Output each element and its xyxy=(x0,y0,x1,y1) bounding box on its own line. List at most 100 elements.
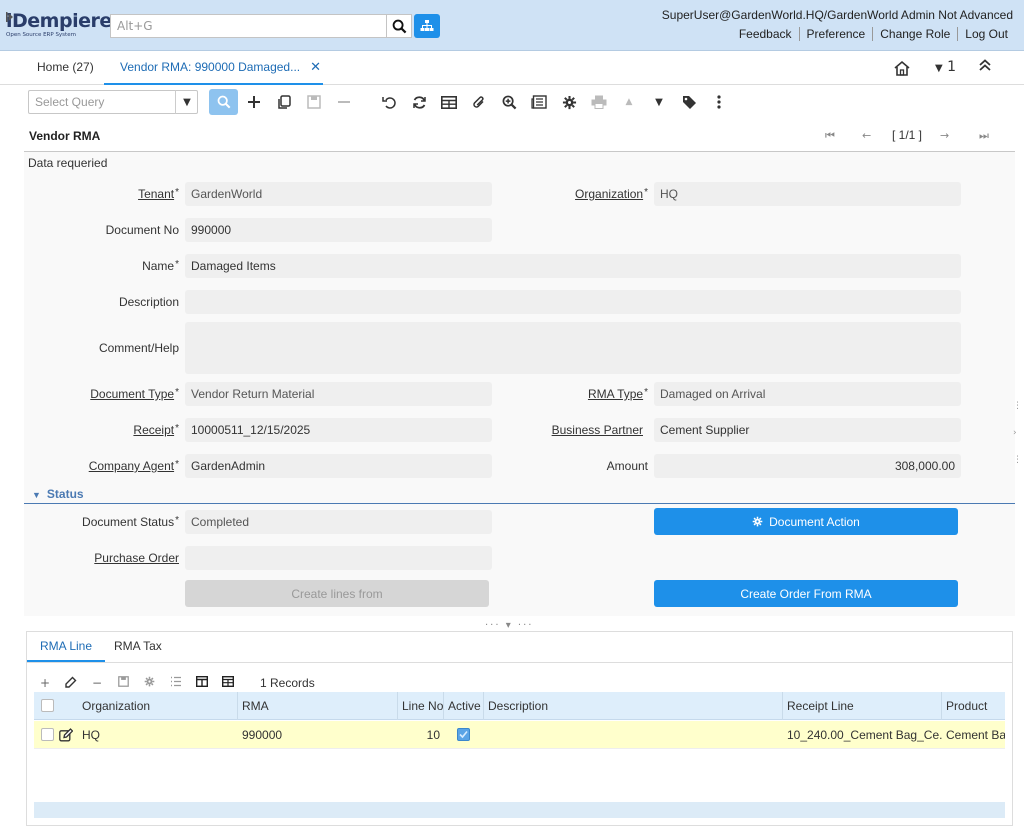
change-role-link[interactable]: Change Role xyxy=(872,27,957,41)
last-record-icon[interactable]: ⏭ xyxy=(979,129,989,143)
save-line-icon[interactable] xyxy=(118,676,129,690)
document-type-field[interactable]: Vendor Return Material xyxy=(185,382,492,406)
delete-button[interactable] xyxy=(334,93,354,111)
column-header-description[interactable]: Description xyxy=(484,692,783,720)
user-info[interactable]: SuperUser@GardenWorld.HQ/GardenWorld Adm… xyxy=(662,8,1013,22)
organization-label[interactable]: Organization* xyxy=(575,187,648,201)
panel-splitter[interactable]: ··· ▾ ··· xyxy=(485,620,533,631)
side-splitter-handle[interactable]: ⋮ › ⋮ xyxy=(1013,402,1022,465)
company-agent-label[interactable]: Company Agent* xyxy=(89,459,179,473)
feedback-link[interactable]: Feedback xyxy=(732,27,799,41)
idempiere-logo[interactable]: iDempiere Open Source ERP System xyxy=(6,10,112,40)
receipt-label[interactable]: Receipt* xyxy=(133,423,179,437)
cell-line-no[interactable]: 10 xyxy=(398,721,444,749)
business-partner-field[interactable]: Cement Supplier xyxy=(654,418,961,442)
zoom-across-button[interactable] xyxy=(499,93,519,111)
name-field[interactable]: Damaged Items xyxy=(185,254,961,278)
next-record-down-button[interactable]: ▼ xyxy=(649,93,669,111)
select-all-checkbox[interactable] xyxy=(41,699,54,712)
collapse-header-icon[interactable] xyxy=(978,58,992,75)
copy-icon xyxy=(278,94,291,109)
tab-rma-line[interactable]: RMA Line xyxy=(27,632,106,662)
collapse-sidebar-icon[interactable] xyxy=(6,12,14,25)
previous-record-up-button[interactable]: ▲ xyxy=(619,93,639,111)
document-action-button[interactable]: Document Action xyxy=(654,508,958,535)
amount-field[interactable]: 308,000.00 xyxy=(654,454,961,478)
edit-row-icon[interactable] xyxy=(59,728,74,745)
global-search-input[interactable]: Alt+G xyxy=(110,14,387,38)
column-header-receipt-line[interactable]: Receipt Line xyxy=(783,692,942,720)
cell-description[interactable] xyxy=(484,721,783,749)
tenant-field[interactable]: GardenWorld xyxy=(185,182,492,206)
tab-rma-tax[interactable]: RMA Tax xyxy=(101,632,175,662)
print-button[interactable] xyxy=(589,93,609,111)
copy-record-button[interactable] xyxy=(274,93,294,111)
column-header-product[interactable]: Product xyxy=(942,692,1005,720)
edit-line-icon[interactable] xyxy=(65,676,77,691)
new-record-button[interactable] xyxy=(244,93,264,111)
next-record-icon[interactable]: → xyxy=(940,129,949,142)
purchase-order-label[interactable]: Purchase Order xyxy=(94,551,179,565)
company-agent-field[interactable]: GardenAdmin xyxy=(185,454,492,478)
status-section-header[interactable] xyxy=(24,485,1015,504)
row-select-checkbox[interactable] xyxy=(41,728,54,741)
column-header-rma[interactable]: RMA xyxy=(238,692,398,720)
undo-icon xyxy=(381,96,396,109)
column-header-line-no[interactable]: Line No xyxy=(398,692,444,720)
logout-link[interactable]: Log Out xyxy=(957,27,1015,41)
description-field[interactable] xyxy=(185,290,961,314)
paperclip-icon xyxy=(473,95,484,108)
search-button[interactable] xyxy=(386,14,412,38)
attachment-button[interactable] xyxy=(469,93,489,111)
query-dropdown-button[interactable]: ▼ xyxy=(175,90,198,114)
purchase-order-field[interactable] xyxy=(185,546,492,570)
preference-link[interactable]: Preference xyxy=(798,27,873,41)
comment-help-field[interactable] xyxy=(185,322,961,374)
window-list-dropdown[interactable]: ▼ 1 xyxy=(935,59,956,75)
first-record-icon[interactable]: ⏮ xyxy=(825,129,835,143)
receipt-field[interactable]: 10000511_12/15/2025 xyxy=(185,418,492,442)
column-header-organization[interactable]: Organization xyxy=(78,692,238,720)
select-query-input[interactable]: Select Query xyxy=(28,90,198,114)
previous-record-icon[interactable]: ← xyxy=(862,129,871,142)
cell-organization[interactable]: HQ xyxy=(78,721,238,749)
document-status-field[interactable]: Completed xyxy=(185,510,492,534)
document-no-field[interactable]: 990000 xyxy=(185,218,492,242)
delete-line-icon[interactable]: − xyxy=(92,676,102,690)
status-section-toggle[interactable]: ▼ Status xyxy=(32,487,84,501)
label-button[interactable] xyxy=(679,93,699,111)
more-menu-button[interactable] xyxy=(709,93,729,111)
grid-toggle-button[interactable] xyxy=(439,93,459,111)
rma-type-label[interactable]: RMA Type* xyxy=(588,387,648,401)
organization-field[interactable]: HQ xyxy=(654,182,961,206)
tab-vendor-rma[interactable]: Vendor RMA: 990000 Damaged... ✕ xyxy=(104,51,323,85)
sort-list-icon[interactable] xyxy=(170,676,182,690)
create-order-from-rma-button[interactable]: Create Order From RMA xyxy=(654,580,958,607)
cell-receipt-line[interactable]: 10_240.00_Cement Bag_Ce... xyxy=(783,721,942,749)
create-lines-from-button[interactable]: Create lines from xyxy=(185,580,489,607)
find-button[interactable] xyxy=(209,89,238,115)
menu-tree-button[interactable] xyxy=(414,14,440,38)
document-type-label[interactable]: Document Type* xyxy=(90,387,179,401)
process-line-icon[interactable] xyxy=(144,676,155,690)
business-partner-label[interactable]: Business Partner xyxy=(552,423,643,437)
home-icon[interactable] xyxy=(893,60,911,79)
new-line-icon[interactable]: + xyxy=(40,676,50,690)
customize-columns-icon[interactable] xyxy=(195,675,209,690)
tab-home[interactable]: Home (27) xyxy=(24,51,107,84)
save-button[interactable] xyxy=(304,93,324,111)
toggle-grid-icon[interactable] xyxy=(221,675,235,690)
cell-active-checkbox[interactable] xyxy=(457,728,470,741)
rma-type-field[interactable]: Damaged on Arrival xyxy=(654,382,961,406)
tenant-label[interactable]: Tenant* xyxy=(138,187,179,201)
undo-button[interactable] xyxy=(379,93,399,111)
cell-rma[interactable]: 990000 xyxy=(238,721,398,749)
chevron-down-icon: ▼ xyxy=(935,63,943,74)
cell-product[interactable]: Cement Bag xyxy=(942,721,1005,749)
refresh-button[interactable] xyxy=(409,93,429,111)
check-icon xyxy=(459,730,468,739)
report-button[interactable] xyxy=(529,93,549,111)
column-header-active[interactable]: Active xyxy=(444,692,484,720)
process-button[interactable] xyxy=(559,93,579,111)
close-tab-icon[interactable]: ✕ xyxy=(310,59,321,75)
